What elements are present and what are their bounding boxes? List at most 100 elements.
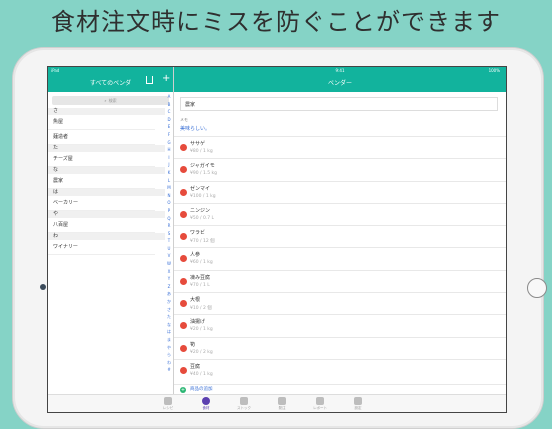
tab-item[interactable]: レシピ xyxy=(150,397,186,411)
index-letter[interactable]: か xyxy=(165,298,173,306)
item-row[interactable]: 凍み豆腐 ¥70 / 1 L xyxy=(174,269,506,292)
item-price: ¥80 / 1 kg xyxy=(190,149,213,154)
item-row[interactable]: ニンジン ¥50 / 0.7 L xyxy=(174,202,506,225)
vendor-row[interactable]: ベーカリー xyxy=(48,196,155,211)
carrier-label: iPad xyxy=(51,68,60,73)
index-letter[interactable]: O xyxy=(165,199,173,207)
memo-value[interactable]: 美味らしい。 xyxy=(180,125,210,132)
vendor-row[interactable]: 八百屋 xyxy=(48,218,155,233)
add-icon: + xyxy=(180,387,186,393)
index-letter[interactable]: あ xyxy=(165,290,173,298)
index-letter[interactable]: V xyxy=(165,252,173,260)
delete-icon[interactable] xyxy=(180,366,187,374)
index-letter[interactable]: G xyxy=(165,139,173,147)
item-row[interactable]: ゼンマイ ¥100 / 1 kg xyxy=(174,180,506,203)
tab-label: 設定 xyxy=(354,406,362,410)
delete-icon[interactable] xyxy=(180,144,187,151)
index-letter[interactable]: A xyxy=(165,93,173,101)
vendor-row[interactable]: チーズ屋 xyxy=(48,152,155,167)
index-letter[interactable]: Z xyxy=(165,283,173,291)
index-letter[interactable]: は xyxy=(165,328,173,336)
tab-label: 発注 xyxy=(278,406,286,410)
item-row[interactable]: ササゲ ¥80 / 1 kg xyxy=(174,136,506,158)
section-header: や xyxy=(48,211,165,218)
item-row[interactable]: 大根 ¥10 / 2 個 xyxy=(174,292,506,314)
index-letter[interactable]: Y xyxy=(165,275,173,283)
item-price: ¥10 / 2 個 xyxy=(190,306,212,312)
item-row[interactable]: 筍 ¥20 / 2 kg xyxy=(174,336,506,359)
share-icon[interactable] xyxy=(146,76,153,84)
delete-icon[interactable] xyxy=(180,277,187,285)
index-letter[interactable]: P xyxy=(165,207,173,215)
index-letter[interactable]: J xyxy=(165,161,173,169)
index-letter[interactable]: # xyxy=(165,366,173,374)
app-screen: iPad すべてのベンダ + ⌕ 検索 さ魚屋 麺造者たチーズ屋な農家はベーカリー… xyxy=(47,66,507,413)
index-letter[interactable]: ら xyxy=(165,351,173,359)
index-letter[interactable]: N xyxy=(165,192,173,200)
index-letter[interactable]: M xyxy=(165,184,173,192)
delete-icon[interactable] xyxy=(180,344,187,352)
delete-icon[interactable] xyxy=(180,322,187,330)
index-letter[interactable]: F xyxy=(165,131,173,139)
index-letter[interactable]: K xyxy=(165,169,173,177)
add-vendor-button[interactable]: + xyxy=(162,74,170,84)
item-row[interactable]: ジャガイモ ¥90 / 1.5 kg xyxy=(174,158,506,180)
item-price: ¥70 / 12 個 xyxy=(190,239,215,245)
index-letter[interactable]: U xyxy=(165,245,173,253)
item-price: ¥20 / 2 kg xyxy=(190,349,213,355)
index-letter[interactable]: さ xyxy=(165,306,173,314)
index-letter[interactable]: H xyxy=(165,146,173,154)
home-button[interactable] xyxy=(527,278,547,298)
index-letter[interactable]: や xyxy=(165,344,173,352)
delete-icon[interactable] xyxy=(180,166,187,174)
index-letter[interactable]: Q xyxy=(165,215,173,223)
index-letter[interactable]: た xyxy=(165,313,173,321)
index-letter[interactable]: わ xyxy=(165,359,173,367)
delete-icon[interactable] xyxy=(180,255,187,263)
index-letter[interactable]: S xyxy=(165,230,173,238)
index-letter[interactable]: L xyxy=(165,177,173,185)
section-header: わ xyxy=(48,233,165,240)
delete-icon[interactable] xyxy=(180,188,187,196)
vendor-row[interactable]: 農家 xyxy=(48,174,155,189)
index-letter[interactable]: W xyxy=(165,260,173,268)
vendor-row[interactable]: 麺造者 xyxy=(48,130,155,145)
vendor-row[interactable]: ワイナリー xyxy=(48,240,155,255)
tab-item[interactable]: ストック xyxy=(226,397,262,411)
index-letter[interactable]: R xyxy=(165,222,173,230)
item-row[interactable]: 油揚げ ¥20 / 1 kg xyxy=(174,314,506,336)
delete-icon[interactable] xyxy=(180,300,187,308)
index-letter[interactable]: な xyxy=(165,321,173,329)
vendor-name-field[interactable]: 農家 xyxy=(180,97,498,111)
item-row[interactable]: 豆腐 ¥40 / 1 kg xyxy=(174,358,506,381)
item-price: ¥50 / 0.7 L xyxy=(190,215,215,221)
index-letter[interactable]: T xyxy=(165,237,173,245)
tab-item[interactable]: 食材 xyxy=(188,397,224,411)
search-icon: ⌕ xyxy=(104,98,107,103)
tab-label: レポート xyxy=(313,406,327,410)
tab-item[interactable]: レポート xyxy=(302,397,338,411)
index-letter[interactable]: D xyxy=(165,116,173,124)
delete-icon[interactable] xyxy=(180,233,187,241)
section-index[interactable]: A B C D E F G H I J K L M N O P Q R S T U V W X Y Z あかさたなはまやらわ # xyxy=(165,93,173,374)
section-header: た xyxy=(48,145,165,152)
search-input[interactable]: ⌕ 検索 xyxy=(52,96,169,105)
index-letter[interactable]: ま xyxy=(165,336,173,344)
tab-icon xyxy=(202,397,210,405)
index-letter[interactable]: E xyxy=(165,123,173,131)
item-name: 大根 xyxy=(190,297,201,304)
item-name: ジャガイモ xyxy=(190,163,215,170)
index-letter[interactable]: I xyxy=(165,154,173,162)
index-letter[interactable]: B xyxy=(165,101,173,109)
tab-label: ストック xyxy=(237,406,251,410)
tab-item[interactable]: 設定 xyxy=(340,397,376,411)
index-letter[interactable]: X xyxy=(165,268,173,276)
item-price: ¥70 / 1 L xyxy=(190,282,210,288)
item-row[interactable]: ワラビ ¥70 / 12 個 xyxy=(174,225,506,247)
tab-item[interactable]: 発注 xyxy=(264,397,300,411)
right-title: ベンダー xyxy=(327,80,352,87)
item-row[interactable]: 人参 ¥60 / 1 kg xyxy=(174,247,506,269)
index-letter[interactable]: C xyxy=(165,108,173,116)
delete-icon[interactable] xyxy=(180,210,187,218)
vendor-row[interactable]: 魚屋 xyxy=(48,115,155,130)
